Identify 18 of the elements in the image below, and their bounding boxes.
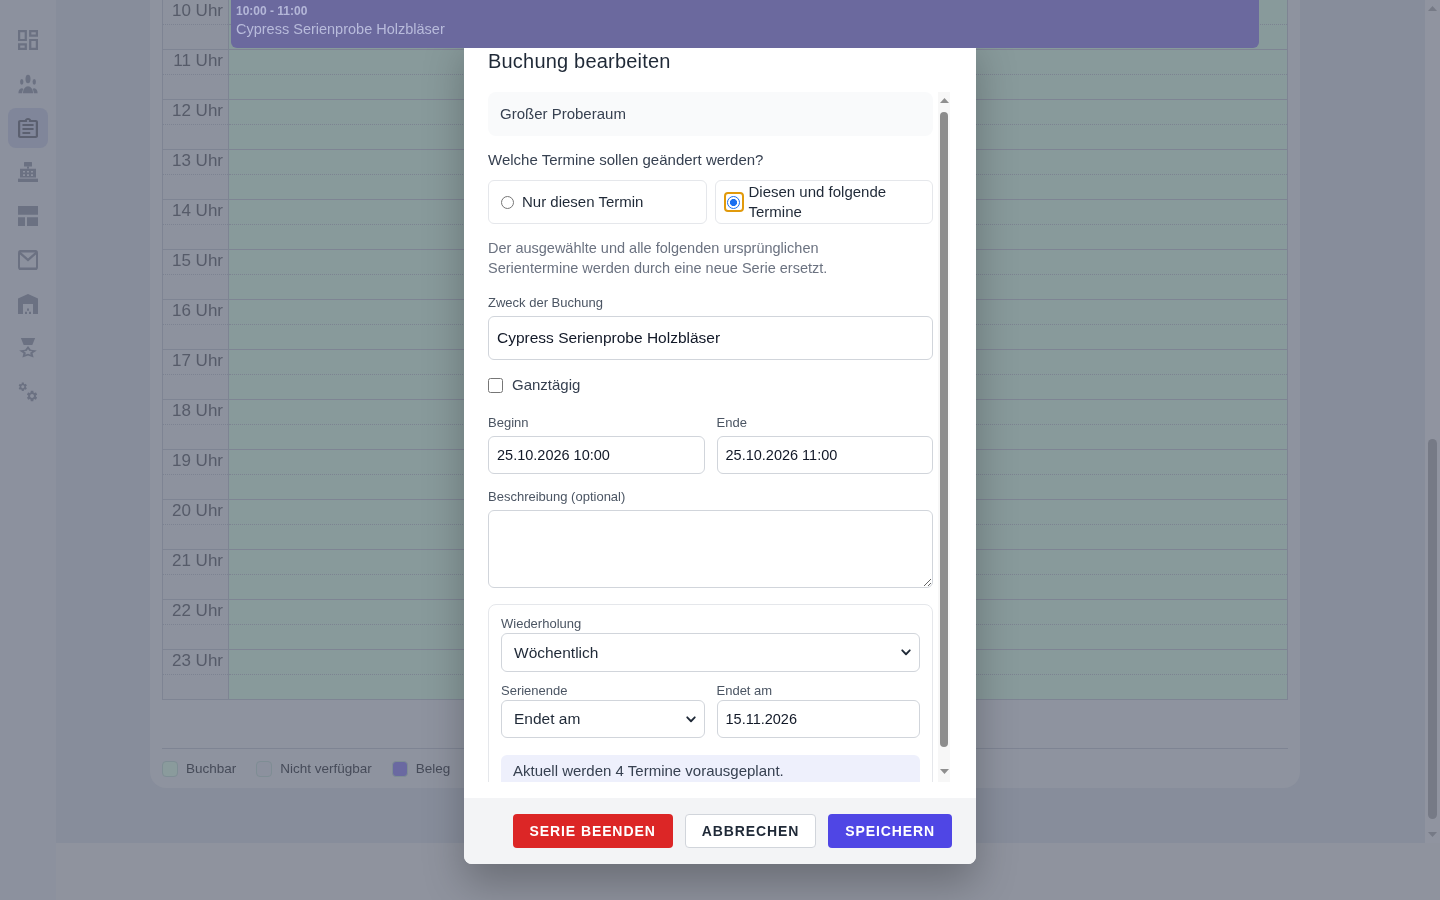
info-message: Aktuell werden 4 Termine vorausgeplant. [501,755,920,782]
field-label: Wiederholung [501,615,583,633]
checkbox-label: Ganztägig [512,375,581,395]
field-label: Zweck der Buchung [488,294,604,312]
field-label: Serienende [501,682,569,700]
hint-text: Der ausgewählte und alle folgenden ursprünglichen Serientermine werden durch eine neue Serie ersetzt. [488,239,829,278]
legend-label: Nicht verfügbar [280,760,372,778]
legend-label: Beleg [415,760,451,778]
question-text: Welche Termine sollen geändert werden? [488,150,765,170]
event-time: 10:00 - 11:00 [236,4,308,19]
event-title: Cypress Serienprobe Holzbläser [236,20,445,39]
legend-label: Buchbar [186,760,237,778]
field-label: Beschreibung (optional) [488,488,627,506]
field-label: Endet am [716,682,774,700]
field-label: Ende [716,414,748,432]
dialog-title: Buchung bearbeiten [488,49,671,73]
room-name: Großer Proberaum [488,92,933,136]
field-label: Beginn [488,414,530,432]
